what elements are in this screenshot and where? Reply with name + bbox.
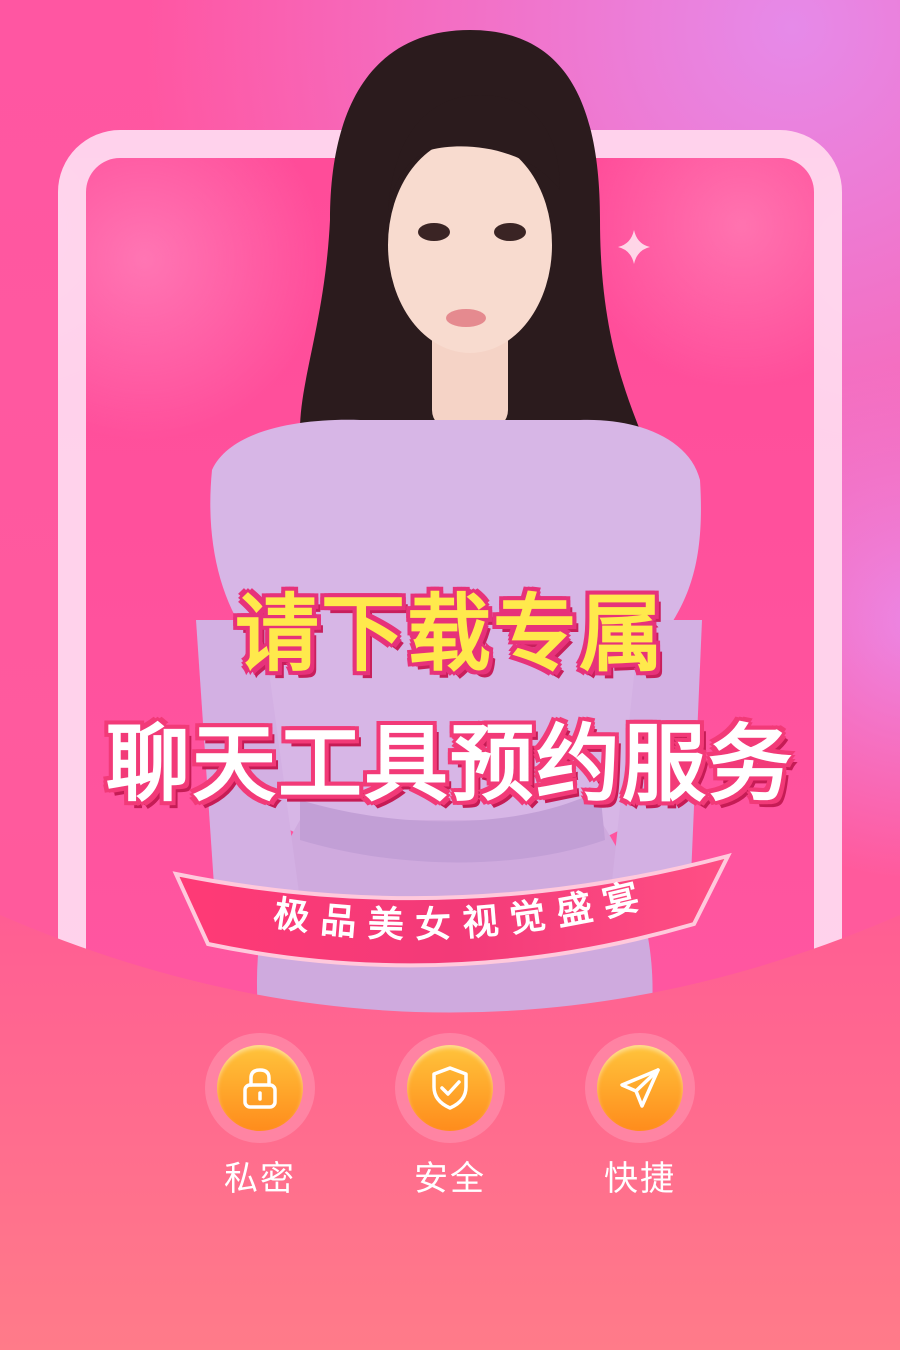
feature-fast: 快捷 [560, 1033, 720, 1201]
lock-icon [217, 1045, 303, 1131]
shield-check-icon [407, 1045, 493, 1131]
feature-fast-ring [585, 1033, 695, 1143]
paper-plane-icon [597, 1045, 683, 1131]
feature-fast-label: 快捷 [604, 1159, 676, 1199]
feature-private-ring [205, 1033, 315, 1143]
feature-secure-label: 安全 [414, 1159, 486, 1199]
feature-secure-ring [395, 1033, 505, 1143]
feature-private-label: 私密 [224, 1159, 296, 1199]
promo-screen: 请下载专属 聊天工具预约服务 极品美女视觉盛宴 私密 安全 快捷 [0, 0, 900, 1350]
feature-private: 私密 [180, 1033, 340, 1201]
feature-secure: 安全 [370, 1033, 530, 1201]
